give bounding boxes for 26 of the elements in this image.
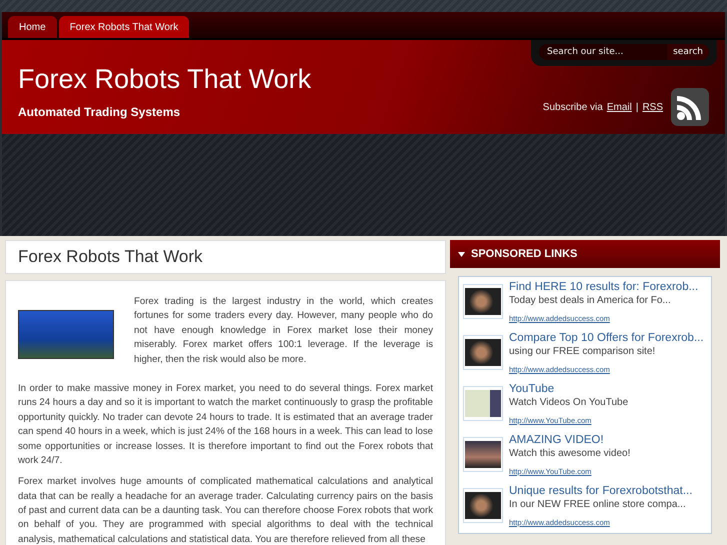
email-link[interactable]: Email xyxy=(606,102,632,112)
search-field[interactable]: Search our site... xyxy=(539,44,668,60)
sidebar-header[interactable]: SPONSORED LINKS xyxy=(450,240,720,268)
ad-title-link[interactable]: AMAZING VIDEO! xyxy=(509,434,630,446)
rss-link[interactable]: RSS xyxy=(642,102,663,112)
sidebar-title: SPONSORED LINKS xyxy=(471,248,578,260)
post-paragraph: Forex trading is the largest industry in the world, which creates fortunes for some traders every day. However, many people who do not have enough knowledge in Forex market lose their money miserably. Forex market offers 100:1 leverage. If the leverage is higher, then the risk would also be more. xyxy=(134,295,433,367)
ad-title-link[interactable]: Find HERE 10 results for: Forexrob... xyxy=(509,281,698,293)
post-title[interactable]: Forex Robots That Work xyxy=(5,240,446,274)
post-paragraph: Forex market involves huge amounts of complicated mathematical calculations and analytical data that can be really a headache for an average trader. Calculating currency pairs on the basis of past and current data can be a daunting task. You can therefore choose Forex robots that work on behalf of you. They are programmed with special algorithms to deal with the technical analysis, mathematical calculations and statistical data. You are therefore relieved from all these xyxy=(18,475,433,545)
ad-title-link[interactable]: Compare Top 10 Offers for Forexrob... xyxy=(509,332,704,344)
search-button[interactable]: search xyxy=(667,44,709,60)
ad-title-link[interactable]: Unique results for Forexrobotsthat... xyxy=(509,485,692,497)
ad-description: In our NEW FREE online store compa... xyxy=(509,499,687,510)
ad-description: using our FREE comparison site! xyxy=(509,346,656,357)
ad-description: Today best deals in America for Fo... xyxy=(509,295,672,306)
nav-tab[interactable]: Home xyxy=(8,16,57,38)
ad-description: Watch Videos On YouTube xyxy=(509,397,628,408)
post-paragraph: In order to make massive money in Forex market, you need to do several things. Forex market runs 24 hours a day and so it is important to watch the market continuously to grasp the profitable opportunity quickly. No trader can devote 24 hours to trade. It is estimated that an average trader can spend 40 hours in a week, which is just 24% of the 168 hours in a week. This can lead to lose some opportunities or increase losses. It is therefore important to find out the Forex robots that work 24/7. xyxy=(18,382,433,468)
ad-description: Watch this awesome video! xyxy=(509,448,630,459)
ad-title-link[interactable]: YouTube xyxy=(509,383,628,395)
subscribe-label: Subscribe via xyxy=(542,102,603,112)
site-tagline: Automated Trading Systems xyxy=(18,104,182,118)
site-title[interactable]: Forex Robots That Work xyxy=(18,64,312,94)
separator-text: | xyxy=(636,102,638,112)
nav-tab[interactable]: Forex Robots That Work xyxy=(58,16,190,38)
